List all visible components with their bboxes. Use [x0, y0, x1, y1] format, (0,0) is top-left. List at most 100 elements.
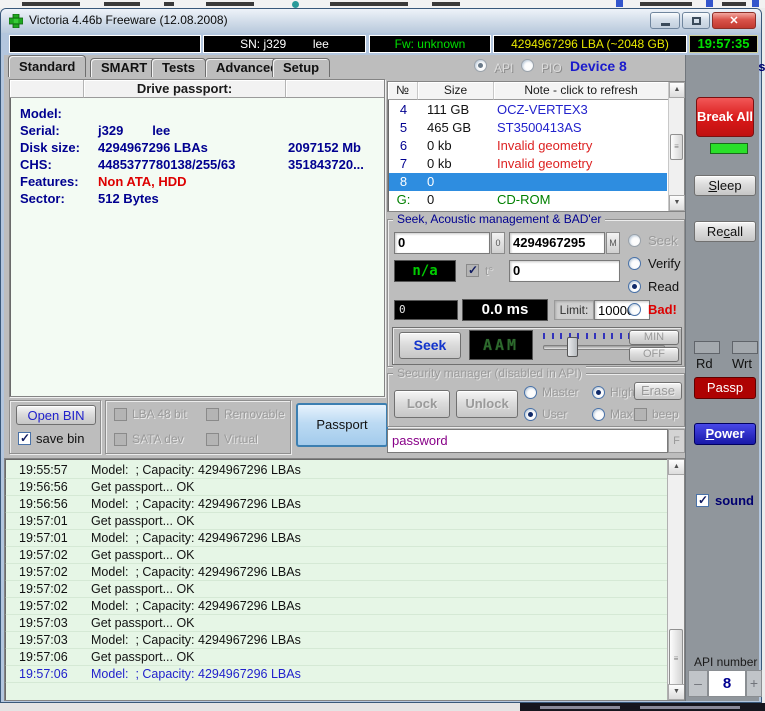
password-row: password F — [387, 429, 685, 453]
log-message: Model: ; Capacity: 4294967296 LBAs — [91, 598, 301, 615]
main-body: StandardSMARTTestsAdvancedSetup API PIO … — [4, 55, 759, 701]
drive-number: 6 — [389, 137, 418, 155]
minimize-button[interactable] — [650, 12, 680, 29]
drive-row-5[interactable]: 5465 GBST3500413AS — [389, 119, 667, 137]
max-radio-circle — [592, 408, 605, 421]
mode-read-circle[interactable] — [628, 280, 641, 293]
mode-read-radio[interactable]: Read — [628, 279, 679, 294]
log-line: 19:57:01Get passport... OK — [5, 513, 684, 530]
log-scroll-thumb[interactable]: ≡ — [669, 629, 683, 689]
passport-row: Disk size:4294967296 LBAs2097152 Mb — [10, 140, 384, 157]
log-line: 19:57:03Get passport... OK — [5, 615, 684, 632]
mode-seek-label: Seek — [648, 233, 678, 248]
drive-number: 8 — [389, 173, 418, 191]
recall-button[interactable]: Recall — [694, 221, 756, 242]
erase-button: Erase — [634, 382, 682, 400]
log-message: Get passport... OK — [91, 581, 195, 598]
drive-list-scrollbar[interactable]: ▲ ≡ ▼ — [668, 82, 684, 211]
user-label: User — [542, 407, 567, 421]
background-window-strip — [0, 0, 765, 8]
tab-smart[interactable]: SMART — [90, 58, 158, 77]
high-label: High — [610, 385, 635, 399]
open-bin-button[interactable]: Open BIN — [16, 405, 96, 425]
mode-verify-radio[interactable]: Verify — [628, 256, 681, 271]
mode-bad-radio[interactable]: Bad! — [628, 302, 677, 317]
drive-row-8[interactable]: 80 — [389, 173, 667, 191]
break-all-button[interactable]: Break All — [696, 97, 754, 137]
mode-verify-circle[interactable] — [628, 257, 641, 270]
pio-radio-circle[interactable] — [521, 59, 534, 72]
log-scroll-up-icon[interactable]: ▲ — [668, 459, 685, 475]
sleep-button[interactable]: Sleep — [694, 175, 756, 196]
col-size[interactable]: Size — [418, 82, 494, 100]
log-time: 19:57:06 — [19, 666, 68, 683]
maximize-button[interactable] — [682, 12, 710, 29]
background-icon — [706, 0, 713, 7]
ms-lcd: 0.0 ms — [462, 299, 548, 321]
drive-number: 5 — [389, 119, 418, 137]
count-input[interactable]: 0 — [509, 260, 620, 282]
seek-button[interactable]: Seek — [399, 332, 461, 359]
drive-list-header[interactable]: № Size Note - click to refresh — [388, 82, 668, 100]
tab-tests[interactable]: Tests — [151, 58, 206, 77]
sound-checkbox[interactable] — [696, 494, 709, 507]
status-serial: SN: j329 lee — [203, 35, 366, 53]
mode-bad-circle[interactable] — [628, 303, 641, 316]
passport-label: Sector: — [20, 191, 65, 206]
power-button[interactable]: Power — [694, 423, 756, 445]
passport-button[interactable]: Passport — [296, 403, 388, 447]
passport-row: Serial:j329 lee — [10, 123, 384, 140]
user-radio: User — [524, 407, 567, 421]
scroll-down-icon[interactable]: ▼ — [669, 195, 685, 211]
col-number[interactable]: № — [388, 82, 418, 100]
tab-setup[interactable]: Setup — [272, 58, 330, 77]
log-scrollbar[interactable]: ▲ ≡ ▼ — [667, 459, 684, 700]
max-spin-button[interactable]: M — [606, 232, 620, 254]
api-radio-circle[interactable] — [474, 59, 487, 72]
api-number-decrement-button[interactable]: – — [688, 670, 708, 697]
victoria-app-icon — [9, 14, 23, 28]
title-bar[interactable]: Victoria 4.46b Freeware (12.08.2008) ✕ — [1, 9, 761, 33]
drive-row-7[interactable]: 70 kbInvalid geometry — [389, 155, 667, 173]
removable-label: Removable — [224, 407, 285, 421]
aam-slider-thumb[interactable] — [567, 337, 578, 357]
passport-header-title: Drive passport: — [84, 80, 286, 98]
log-time: 19:57:02 — [19, 581, 68, 598]
api-number-value[interactable]: 8 — [708, 670, 746, 697]
scroll-up-icon[interactable]: ▲ — [669, 82, 685, 98]
master-label: Master — [542, 385, 579, 399]
end-lba-input[interactable]: 4294967295 — [509, 232, 605, 254]
max-radio: Max — [592, 407, 633, 421]
drive-passport-panel: Drive passport: Model:Serial:j329 leeDis… — [9, 79, 385, 397]
background-fragment — [164, 2, 174, 6]
log-line: 19:57:02Model: ; Capacity: 4294967296 LB… — [5, 564, 684, 581]
f-button[interactable]: F — [668, 429, 685, 453]
drive-size: 0 — [427, 173, 434, 191]
log-scroll-down-icon[interactable]: ▼ — [668, 684, 685, 700]
passp-button[interactable]: Passp — [694, 377, 756, 399]
log-message: Get passport... OK — [91, 615, 195, 632]
virtual-option: Virtual — [206, 432, 258, 446]
scroll-thumb[interactable]: ≡ — [670, 134, 683, 160]
password-input[interactable]: password — [387, 429, 668, 453]
api-radio[interactable] — [474, 59, 487, 75]
drive-note: Invalid geometry — [497, 137, 592, 155]
pio-radio[interactable] — [521, 59, 534, 75]
sound-option[interactable]: sound — [696, 493, 754, 508]
col-note[interactable]: Note - click to refresh — [494, 82, 668, 100]
temp-label: t° — [485, 264, 493, 278]
api-number-increment-button[interactable]: + — [746, 670, 762, 697]
drive-row-G[interactable]: G:0CD-ROM — [389, 191, 667, 209]
start-spin-button[interactable]: 0 — [491, 232, 505, 254]
off-button: OFF — [629, 347, 679, 362]
save-bin-checkbox[interactable] — [18, 432, 31, 445]
mode-bad-label: Bad! — [648, 302, 677, 317]
sound-label: sound — [715, 493, 754, 508]
tab-standard[interactable]: Standard — [8, 55, 86, 77]
temperature-lcd: n/a — [394, 260, 456, 282]
close-button[interactable]: ✕ — [712, 12, 756, 29]
save-bin-option[interactable]: save bin — [18, 431, 84, 446]
start-lba-input[interactable]: 0 — [394, 232, 490, 254]
drive-row-6[interactable]: 60 kbInvalid geometry — [389, 137, 667, 155]
drive-row-4[interactable]: 4111 GBOCZ-VERTEX3 — [389, 101, 667, 119]
